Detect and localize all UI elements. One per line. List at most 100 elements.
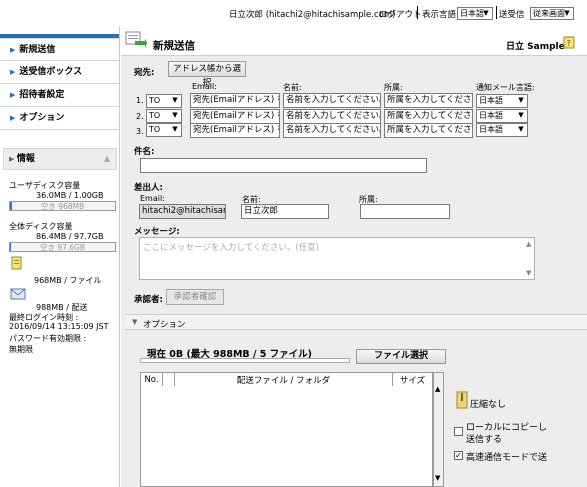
local-copy-checkbox[interactable] [454,427,463,436]
user-disk-value: 36.0MB / 1.00GB [36,191,104,200]
logout-link[interactable]: ログアウト [379,8,422,20]
files-list[interactable] [140,386,433,487]
sender-email-field: hitachi2@hitachisamp [139,204,226,219]
triangle-right-icon: ▶ [9,155,17,163]
options-label: オプション [143,320,186,330]
files-table: No. 配送ファイル / フォルダ サイズ [140,372,433,387]
display-lang-label: 表示言語 [422,10,457,20]
sender-org-input[interactable] [360,204,450,219]
top-bar: 日立次郎 (hitachi2@hitachisample.com) ログアウト … [0,0,587,26]
recipient-type-select[interactable]: TO ▼ [146,109,182,123]
zip-icon [456,391,468,409]
sidebar-item-invitee[interactable]: ▶ 招待者設定 [0,84,119,107]
chevron-down-icon: ▼ [172,96,178,104]
chevron-down-icon: ▼ [518,125,524,133]
message-label: メッセージ: [134,227,180,237]
recipient-name-input[interactable]: 名前を入力してください。 [283,123,381,138]
mode-label: 送受信 [499,10,525,20]
recipient-name-input[interactable]: 名前を入力してください。 [283,109,381,124]
col-org: 所属: [384,83,403,92]
pw-expiry-label: パスワード有効期限 : [9,334,87,343]
recipient-org-input[interactable]: 所属を入力してください。 [384,93,473,108]
user-info: 日立次郎 (hitachi2@hitachisample.com) [229,10,396,20]
chevron-down-icon: ▼ [483,9,489,17]
file-select-button[interactable]: ファイル選択 [356,349,446,364]
total-disk-value: 86.4MB / 97.7GB [36,232,104,241]
scroll-down-icon[interactable]: ▼ [435,474,440,482]
address-book-button[interactable]: アドレス帳から選択 [168,61,246,88]
col-email: Email: [192,82,217,91]
subject-label: 件名: [134,147,155,157]
user-disk-label: ユーザディスク容量 [9,181,81,190]
col-no: No. [140,372,163,387]
send-icon [125,29,147,51]
mail-icon [10,288,26,300]
row-number: 1. [136,96,144,105]
total-disk-label: 全体ディスク容量 [9,222,73,231]
chevron-down-icon: ▼ [518,111,524,119]
chevron-down-icon: ▼ [172,111,178,119]
triangle-right-icon: ▶ [10,46,16,54]
recipient-email-input[interactable]: 宛先(Emailアドレス) を. [190,93,280,108]
files-scrollbar[interactable]: ▲ ▼ [433,372,444,487]
last-login-value: 2016/09/14 13:15:09 JST [9,322,109,331]
col-size: サイズ [392,372,433,387]
sidebar-item-new-send[interactable]: ▶ 新規送信 [0,38,119,61]
subject-input[interactable] [140,158,427,173]
sidebar-item-inbox[interactable]: ▶ 送受信ボックス [0,61,119,84]
triangle-right-icon: ▶ [10,114,16,122]
row-number: 3. [136,127,144,136]
approver-label: 承認者: [134,295,163,305]
info-panel-header[interactable]: ▶ 情報 ▲ [3,148,117,170]
pw-expiry-value: 無期限 [9,345,33,354]
page-title: 新規送信 [153,40,195,52]
fast-mode-label: 高速通信モードで送 [466,453,548,463]
recipient-org-input[interactable]: 所属を入力してください。 [384,109,473,124]
divider [417,6,418,19]
mode-select[interactable]: 従来画面 ▼ [530,7,574,20]
recipient-org-input[interactable]: 所属を入力してください。 [384,123,473,138]
triangle-right-icon: ▶ [10,68,16,76]
collapse-icon[interactable]: ▲ [104,149,110,169]
notify-lang-select[interactable]: 日本語 ▼ [476,94,528,108]
notify-lang-select[interactable]: 日本語 ▼ [476,109,528,123]
chevron-down-icon: ▼ [172,125,178,133]
sender-email-label: Email: [140,194,165,203]
recipients-label: 宛先: [134,68,155,78]
display-lang-select[interactable]: 日本語 ▼ [457,7,493,20]
recipient-email-input[interactable]: 宛先(Emailアドレス) を. [190,123,280,138]
compression-label[interactable]: 圧縮なし [470,397,506,410]
total-disk-bar: 空き 97.6GB [9,242,116,252]
chevron-down-icon: ▼ [132,318,138,326]
local-copy-label-line2: 送信する [466,435,503,445]
sender-name-input[interactable]: 日立次郎 [241,204,329,219]
recipient-type-select[interactable]: TO ▼ [146,123,182,137]
recipient-type-select[interactable]: TO ▼ [146,94,182,108]
chevron-down-icon: ▼ [518,96,524,104]
user-disk-bar: 空き 968MB [9,201,116,211]
sidebar-item-options[interactable]: ▶ オプション [0,107,119,130]
file-limit: 968MB / ファイル [34,276,102,285]
triangle-right-icon: ▶ [10,91,16,99]
scroll-up-icon[interactable]: ▲ [526,240,531,248]
scroll-up-icon[interactable]: ▲ [435,385,440,393]
approver-check-button[interactable]: 承認者確認 [166,289,224,305]
svg-text:?: ? [567,39,571,48]
file-icon [10,256,24,270]
files-progress-bar [140,358,350,363]
divider [496,6,497,19]
row-number: 2. [136,112,144,121]
notify-lang-select[interactable]: 日本語 ▼ [476,123,528,137]
chevron-down-icon: ▼ [564,9,570,17]
options-band[interactable]: ▼ オプション [125,314,587,330]
help-icon[interactable]: ? [563,36,575,49]
col-name: 名前: [283,83,302,92]
recipient-email-input[interactable]: 宛先(Emailアドレス) を. [190,109,280,124]
recipient-name-input[interactable]: 名前を入力してください。 [283,93,381,108]
fast-mode-checkbox[interactable]: ✓ [454,451,463,460]
scroll-down-icon[interactable]: ▼ [526,269,531,277]
sender-label: 差出人: [134,183,163,193]
col-file: 配送ファイル / フォルダ [174,372,393,387]
col-lang: 通知メール言語: [476,83,535,92]
message-textarea[interactable]: ここにメッセージを入力してください。(任意) [139,237,535,280]
